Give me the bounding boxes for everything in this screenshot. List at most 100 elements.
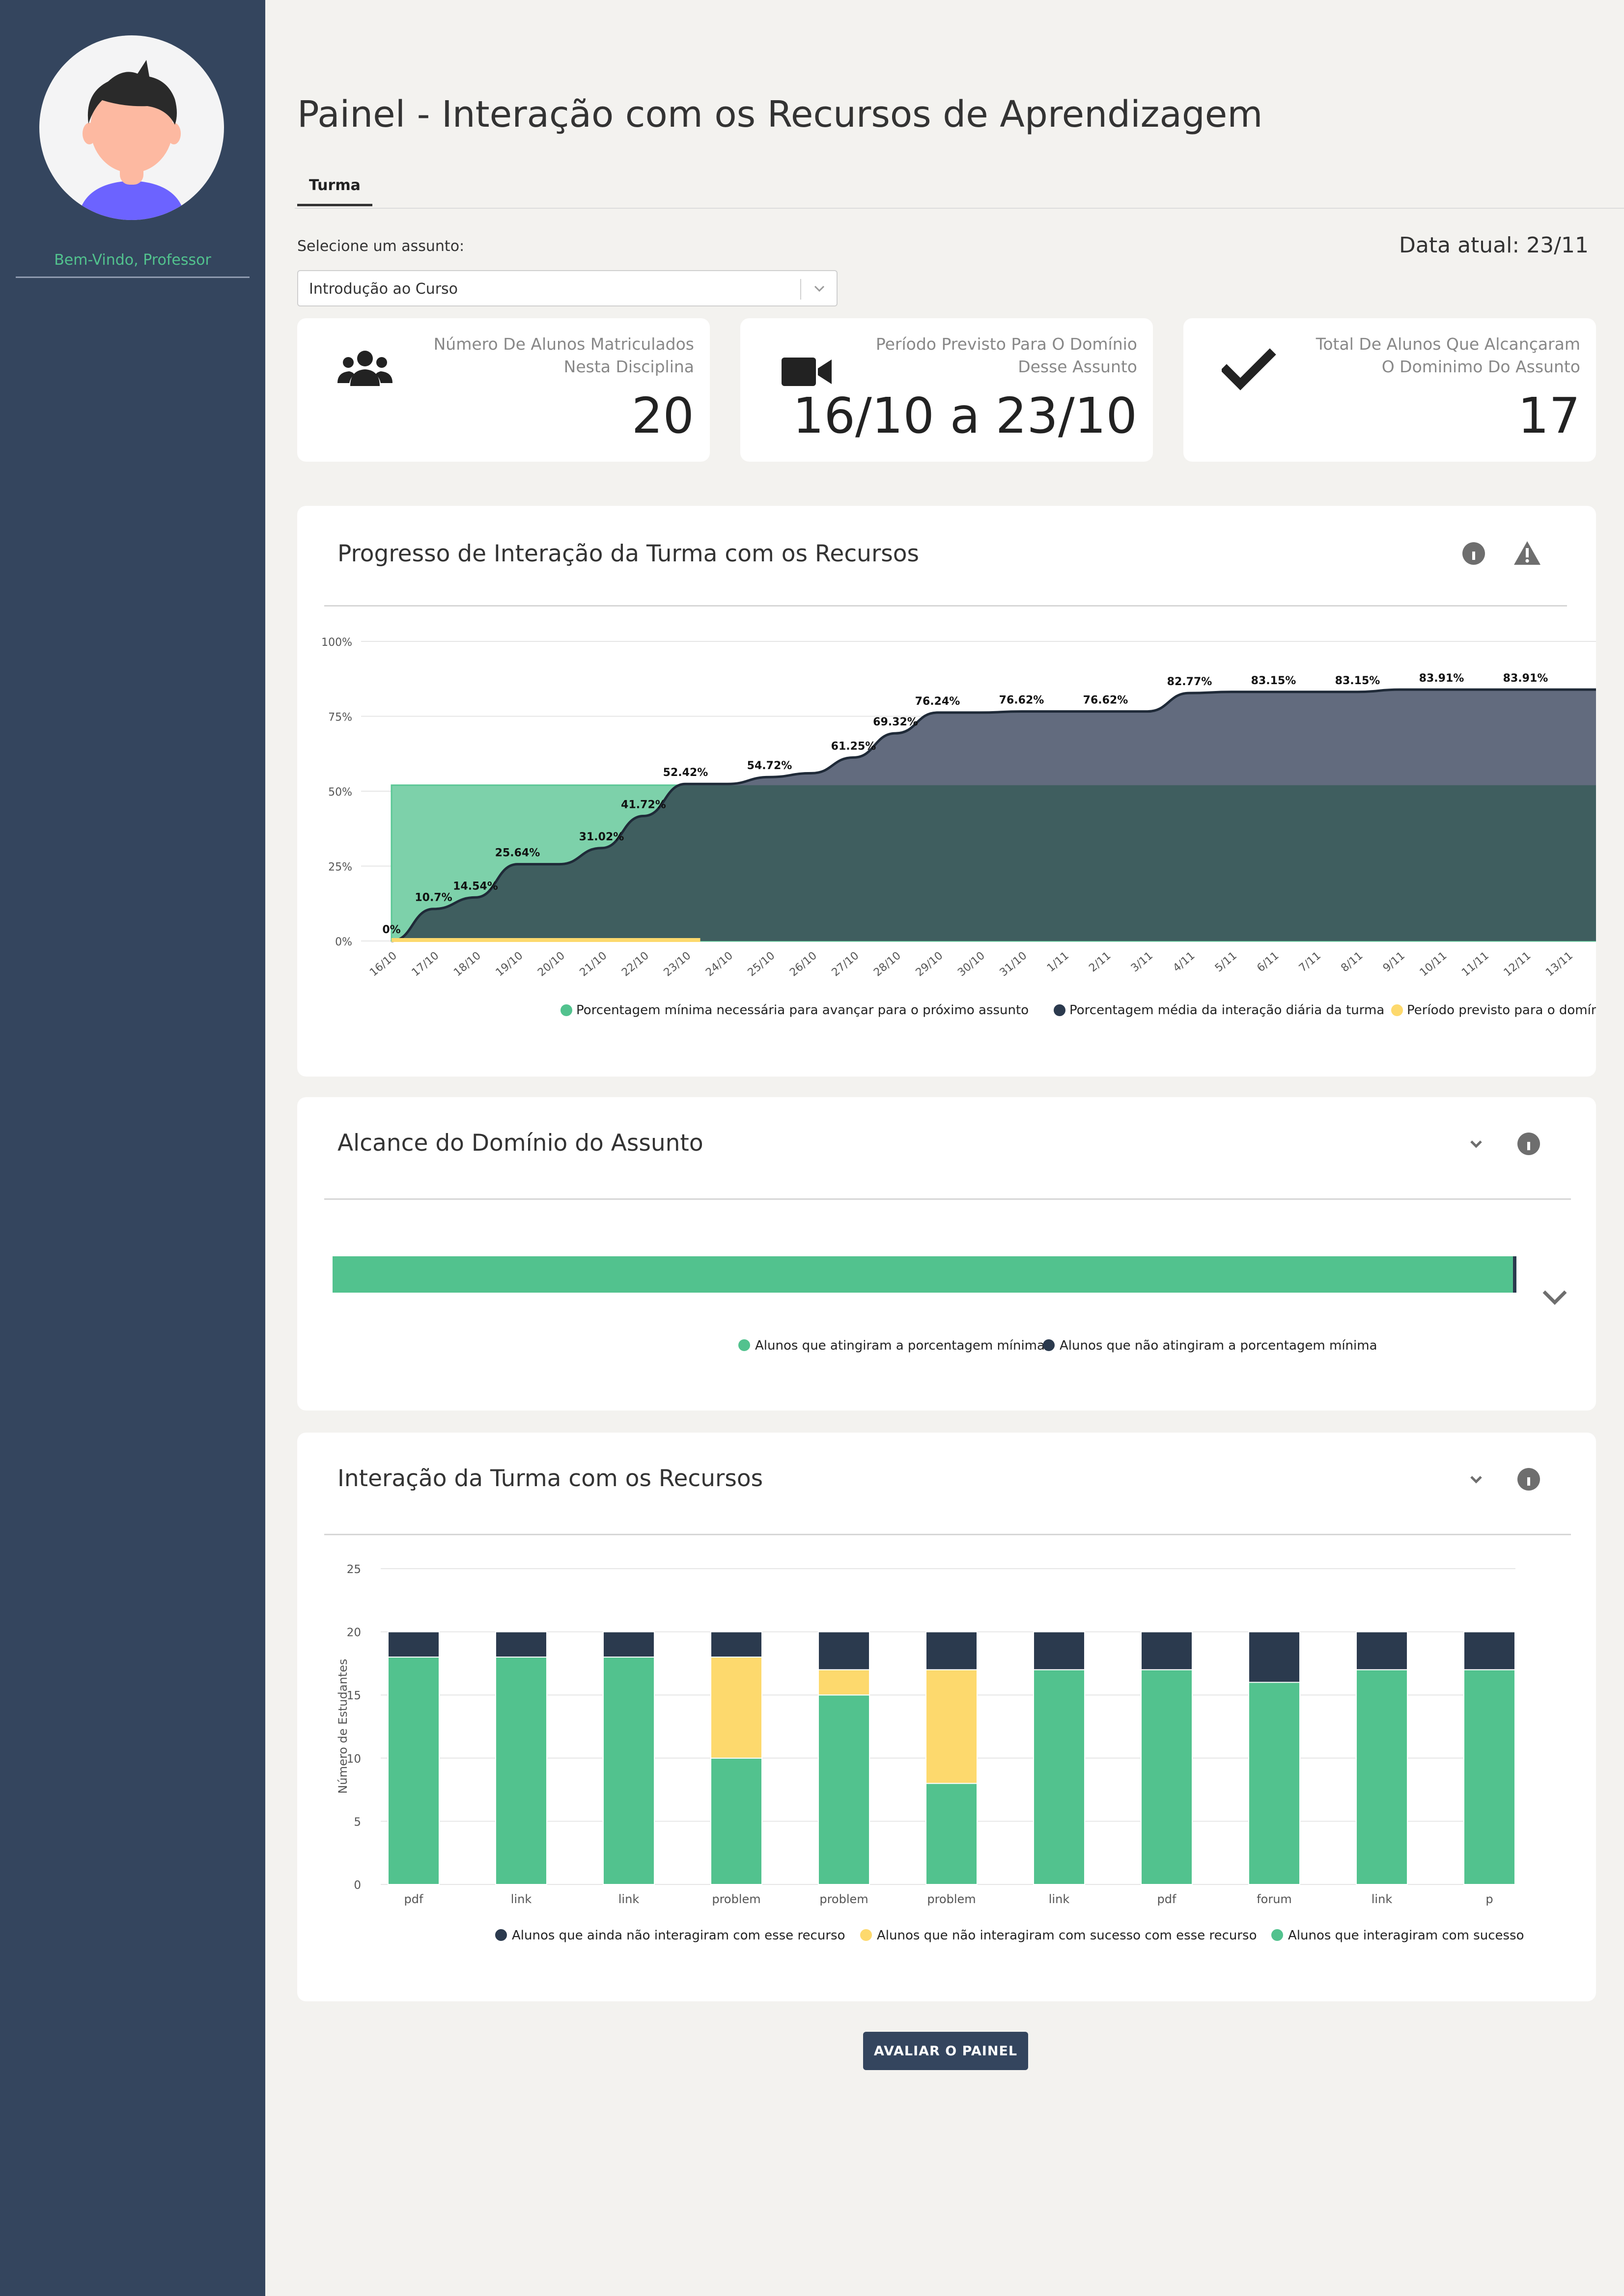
x-tick-label: 9/11	[1381, 949, 1407, 974]
mastery-chart: Alunos que atingiram a porcentagem mínim…	[333, 1256, 1516, 1353]
stat-label-students: Número De Alunos Matriculados Nesta Disc…	[433, 334, 694, 376]
data-label: 83.91%	[1419, 672, 1464, 685]
progress-chart: 100% 75% 50% 25% 0% 0% 10.7%14.54% 25.64% 31.02%…	[321, 636, 1596, 1018]
data-label: 10.7%	[415, 892, 452, 904]
data-label: 76.24%	[915, 695, 960, 708]
x-tick-label: 18/10	[451, 949, 483, 979]
y-tick-label: 20	[347, 1627, 361, 1639]
bar-segment	[388, 1631, 440, 1658]
y-tick-label: 5	[354, 1816, 361, 1828]
y-tick-label: 50%	[328, 786, 352, 799]
tabs-divider	[295, 208, 1624, 209]
legend-marker	[560, 1004, 572, 1016]
x-tick-label: problem	[819, 1892, 868, 1906]
main-content: Painel - Interação com os Recursos de Ap…	[265, 0, 1624, 2296]
data-label: 52.42%	[663, 767, 708, 779]
avatar	[39, 35, 224, 220]
data-label: 54.72%	[747, 760, 792, 772]
bar-segment	[710, 1757, 762, 1885]
page-title: Painel - Interação com os Recursos de Ap…	[297, 93, 1263, 136]
tab-turma[interactable]: Turma	[297, 177, 372, 206]
y-tick-label: 75%	[328, 712, 352, 724]
x-tick-label: 22/10	[619, 949, 651, 979]
legend-label: Alunos que interagiram com sucesso	[1288, 1928, 1524, 1943]
stat-card-students: Número De Alunos Matriculados Nesta Disc…	[297, 318, 710, 462]
stat-card-mastery: Total De Alunos Que Alcançaram O Dominim…	[1183, 318, 1596, 462]
bar-segment	[818, 1631, 870, 1670]
x-tick-label: 17/10	[410, 949, 442, 979]
legend-label: Alunos que atingiram a porcentagem mínim…	[755, 1338, 1045, 1353]
stat-label-period: Período Previsto Para O Domínio Desse As…	[875, 334, 1137, 376]
evaluate-panel-button[interactable]: AVALIAR O PAINEL	[863, 2032, 1028, 2070]
teacher-avatar-icon	[78, 60, 186, 220]
x-tick-label: 30/10	[955, 949, 987, 979]
bar-segment	[925, 1631, 978, 1670]
x-tick-label: problem	[927, 1892, 976, 1906]
subject-select-value: Introdução ao Curso	[309, 280, 458, 298]
legend-label: Alunos que não interagiram com sucesso c…	[877, 1928, 1257, 1943]
bar-segment	[388, 1657, 440, 1885]
x-tick-label: 7/11	[1297, 949, 1323, 974]
bar-segment	[710, 1657, 762, 1759]
x-tick-label: 4/11	[1171, 949, 1197, 974]
bar-segment	[1141, 1669, 1193, 1885]
x-tick-label: 23/10	[662, 949, 694, 979]
x-tick-label: 13/11	[1543, 949, 1575, 979]
x-tick-label: 24/10	[703, 949, 735, 979]
x-tick-label: pdf	[404, 1892, 423, 1906]
users-icon	[337, 351, 392, 386]
legend-marker	[860, 1929, 872, 1941]
resources-chart: 2520151050Número de Estudantespdf link lin…	[336, 1563, 1596, 1943]
x-tick-label: 29/10	[914, 949, 946, 979]
x-tick-label: link	[511, 1892, 532, 1906]
y-tick-label: 0	[354, 1879, 361, 1892]
bar-segment	[603, 1657, 655, 1885]
y-axis-label: Número de Estudantes	[336, 1659, 350, 1794]
bar-segment	[818, 1694, 870, 1885]
divider	[16, 277, 250, 278]
x-tick-label: 8/11	[1339, 949, 1365, 974]
x-tick-label: 21/10	[578, 949, 610, 979]
bar-segment	[925, 1669, 978, 1784]
x-tick-label: 26/10	[787, 949, 819, 979]
data-label: 0%	[382, 924, 400, 936]
current-date: Data atual: 23/11	[1399, 233, 1589, 258]
data-label: 41.72%	[621, 799, 666, 811]
bar-segment	[1463, 1631, 1515, 1670]
x-tick-label: 6/11	[1255, 949, 1281, 974]
x-tick-label: 20/10	[535, 949, 567, 979]
x-tick-label: problem	[712, 1892, 760, 1906]
y-tick-label: 0%	[335, 936, 352, 948]
bar-reached-minimum	[333, 1256, 1513, 1293]
data-label: 14.54%	[453, 880, 498, 892]
data-label: 31.02%	[579, 831, 624, 843]
subject-select[interactable]: Introdução ao Curso	[297, 270, 838, 306]
data-label: 83.91%	[1503, 672, 1548, 685]
bar-segment	[1141, 1631, 1193, 1670]
stat-value-mastery: 17	[1517, 387, 1580, 444]
data-label: 82.77%	[1167, 676, 1212, 688]
x-tick-label: 12/11	[1502, 949, 1534, 979]
progress-panel: Progresso de Interação da Turma com os R…	[297, 506, 1596, 1077]
legend-marker	[1391, 1004, 1403, 1016]
stat-card-period: Período Previsto Para O Domínio Desse As…	[740, 318, 1153, 462]
y-tick-label: 25%	[328, 861, 352, 874]
bar-segment	[1248, 1631, 1300, 1683]
bar-not-reached-minimum	[1512, 1256, 1516, 1293]
chevron-down-icon[interactable]	[807, 276, 832, 301]
bar-segment	[1033, 1631, 1085, 1670]
bar-segment	[495, 1631, 547, 1658]
bar-segment	[603, 1631, 655, 1658]
legend-label: Porcentagem média da interação diária da…	[1069, 1003, 1384, 1018]
bar-segment	[1356, 1631, 1408, 1670]
x-tick-label: 10/11	[1418, 949, 1450, 979]
select-separator	[800, 279, 801, 300]
bar-segment	[1356, 1669, 1408, 1885]
bar-segment	[925, 1783, 978, 1885]
data-label: 76.62%	[999, 694, 1044, 707]
bar-segment	[1033, 1669, 1085, 1885]
welcome-text: Bem-Vindo, Professor	[54, 251, 211, 269]
legend-marker	[1054, 1004, 1065, 1016]
x-tick-label: 27/10	[830, 949, 862, 979]
legend-marker	[738, 1339, 750, 1351]
